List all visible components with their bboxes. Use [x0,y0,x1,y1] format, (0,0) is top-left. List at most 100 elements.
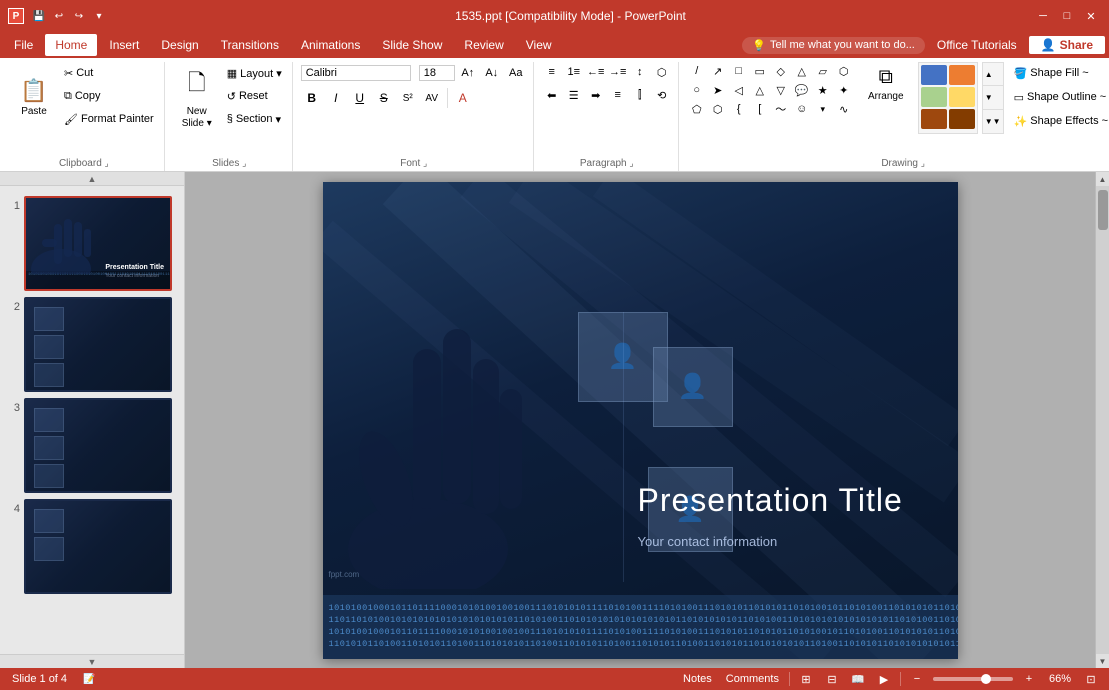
layout-button[interactable]: ▦ Layout ▾ [223,62,286,84]
triangle-tool[interactable]: △ [792,62,812,80]
menu-animations[interactable]: Animations [291,34,370,56]
font-size-input[interactable] [419,65,455,81]
slide-thumb-2[interactable]: 2 [4,295,180,394]
section-button[interactable]: § Section ▾ [223,108,286,130]
menu-file[interactable]: File [4,34,43,56]
menu-review[interactable]: Review [454,34,513,56]
qs-item-1[interactable] [921,65,947,85]
bullets-btn[interactable]: ≡ [542,62,562,82]
shape-outline-button[interactable]: ▭ Shape Outline ~ [1010,86,1109,108]
slide-preview-4[interactable] [24,499,172,594]
right-arrow-tool[interactable]: ➤ [708,81,728,99]
photo-placeholder-2[interactable]: 👤 [653,347,733,427]
slide-thumb-3[interactable]: 3 [4,396,180,495]
decrease-indent-btn[interactable]: ←≡ [586,62,606,82]
star5-tool[interactable]: ★ [813,81,833,99]
cut-button[interactable]: ✂ Cut [60,62,158,84]
zoom-in-btn[interactable]: + [1019,671,1039,687]
customize-quick-btn[interactable]: ▾ [90,7,108,25]
justify-btn[interactable]: ≡ [608,85,628,105]
slide-preview-2[interactable] [24,297,172,392]
notes-btn[interactable]: Notes [679,672,716,686]
columns-btn[interactable]: ⫿ [630,85,650,105]
qs-item-2[interactable] [949,65,975,85]
slide-thumb-1[interactable]: 1 Presentation Title Your contact inform… [4,194,180,293]
copy-button[interactable]: ⧉ Copy [60,85,158,107]
qs-scroll-down[interactable]: ▼ [982,86,1004,110]
align-left-btn[interactable]: ⬅ [542,85,562,105]
smiley-tool[interactable]: ☺ [792,100,812,118]
maximize-btn[interactable]: □ [1057,6,1077,26]
bold-btn[interactable]: B [301,87,323,109]
line-tool[interactable]: / [687,62,707,80]
left-arrow-tool[interactable]: ◁ [729,81,749,99]
slide-area[interactable]: 👤 👤 👤 Presentation Title Your contact in… [185,172,1095,668]
main-slide[interactable]: 👤 👤 👤 Presentation Title Your contact in… [323,182,958,659]
slide-title[interactable]: Presentation Title [638,482,938,519]
wave-tool[interactable]: 〜 [771,100,791,118]
slide-preview-3[interactable] [24,398,172,493]
decrease-font-btn[interactable]: A↓ [481,62,503,84]
slides-scroll-down[interactable]: ▼ [0,654,184,668]
font-color-btn[interactable]: A [452,87,474,109]
char-spacing-btn[interactable]: AV [421,87,443,109]
qs-item-3[interactable] [921,87,947,107]
zoom-thumb[interactable] [981,674,991,684]
italic-btn[interactable]: I [325,87,347,109]
shadow-btn[interactable]: S² [397,87,419,109]
slide-info[interactable]: Slide 1 of 4 [8,672,71,686]
paste-button[interactable]: 📋 Paste [10,62,58,134]
font-name-input[interactable] [301,65,411,81]
zoom-out-btn[interactable]: − [907,671,927,687]
close-btn[interactable]: ✕ [1081,6,1101,26]
brace-tool[interactable]: { [729,100,749,118]
redo-quick-btn[interactable]: ↪ [70,7,88,25]
text-direction-btn[interactable]: ⟲ [652,85,672,105]
comments-btn[interactable]: Comments [722,672,783,686]
arrow-tool[interactable]: ↗ [708,62,728,80]
slide-preview-1[interactable]: Presentation Title Your contact informat… [24,196,172,291]
slide-sorter-btn[interactable]: ⊟ [822,671,842,687]
bracket-tool[interactable]: [ [750,100,770,118]
scroll-up-btn[interactable]: ▲ [1096,172,1109,186]
zoom-level[interactable]: 66% [1045,672,1075,686]
numbering-btn[interactable]: 1≡ [564,62,584,82]
callout-tool[interactable]: 💬 [792,81,812,99]
up-arrow-tool[interactable]: △ [750,81,770,99]
qs-item-6[interactable] [949,109,975,129]
rect-tool[interactable]: □ [729,62,749,80]
cylinder-tool[interactable]: ⬡ [834,62,854,80]
scroll-down-btn[interactable]: ▼ [1096,654,1109,668]
fit-slide-btn[interactable]: ⊡ [1081,671,1101,687]
new-slide-button[interactable]: 🗋 NewSlide ▾ [173,62,221,134]
menu-view[interactable]: View [516,34,562,56]
rounded-rect-tool[interactable]: ▭ [750,62,770,80]
reset-button[interactable]: ↺ Reset [223,85,286,107]
normal-view-btn[interactable]: ⊞ [796,671,816,687]
ellipse-tool[interactable]: ○ [687,81,707,99]
quick-styles-panel[interactable] [918,62,978,134]
smartart-btn[interactable]: ⬡ [652,62,672,82]
slide-notes-icon[interactable]: 📝 [79,673,99,686]
scroll-thumb-right[interactable] [1098,190,1108,230]
align-right-btn[interactable]: ➡ [586,85,606,105]
parallelogram-tool[interactable]: ▱ [813,62,833,80]
diamond-tool[interactable]: ◇ [771,62,791,80]
minimize-btn[interactable]: ─ [1033,6,1053,26]
format-painter-button[interactable]: 🖌 Format Painter [60,108,158,130]
increase-font-btn[interactable]: A↑ [457,62,479,84]
slides-scroll-up[interactable]: ▲ [0,172,184,186]
scroll-track-right[interactable] [1096,186,1109,654]
menu-slideshow[interactable]: Slide Show [372,34,452,56]
menu-insert[interactable]: Insert [99,34,149,56]
qs-scroll-up[interactable]: ▲ [982,62,1004,86]
freeform-tool[interactable]: ∿ [834,100,854,118]
center-btn[interactable]: ☰ [564,85,584,105]
line-spacing-btn[interactable]: ↕ [630,62,650,82]
tell-me-box[interactable]: 💡 Tell me what you want to do... [742,37,925,54]
undo-quick-btn[interactable]: ↩ [50,7,68,25]
menu-transitions[interactable]: Transitions [211,34,289,56]
zoom-slider[interactable] [933,677,1013,681]
slideshow-view-btn[interactable]: ▶ [874,671,894,687]
hexagon-tool[interactable]: ⬡ [708,100,728,118]
